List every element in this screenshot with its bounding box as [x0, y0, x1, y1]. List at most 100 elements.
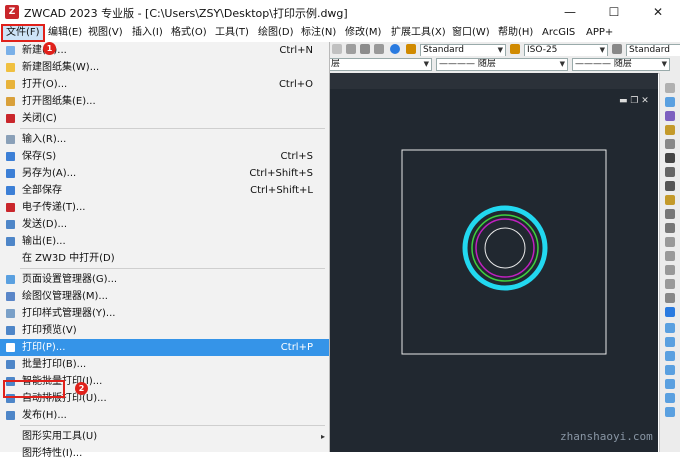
file-menu-item-page-setup-manager[interactable]: 页面设置管理器(G)...: [0, 271, 329, 288]
file-menu-item-close[interactable]: 关闭(C): [0, 110, 329, 127]
rotate-icon[interactable]: [665, 167, 675, 177]
menu-separator: [20, 425, 325, 426]
scale-icon[interactable]: [665, 181, 675, 191]
properties-icon[interactable]: [665, 307, 675, 317]
draworder-hatch-icon[interactable]: [665, 393, 675, 403]
send-icon: [6, 220, 15, 229]
copy-icon[interactable]: [665, 97, 675, 107]
file-menu-item-label: 图形实用工具(U): [22, 431, 98, 442]
toolbar-icon[interactable]: [374, 44, 384, 54]
draworder-dim-icon[interactable]: [665, 407, 675, 417]
file-menu-item-label: 输出(E)...: [22, 236, 66, 247]
etransmit-icon: [6, 203, 15, 212]
toolbar-icon[interactable]: [332, 44, 342, 54]
app-logo-icon: Z: [5, 5, 19, 19]
draworder-above-icon[interactable]: [665, 351, 675, 361]
menu-view[interactable]: 视图(V): [85, 24, 126, 42]
file-menu-item-open[interactable]: 打开(O)... Ctrl+O: [0, 76, 329, 93]
stretch-icon[interactable]: [665, 195, 675, 205]
minimize-button[interactable]: —: [548, 0, 592, 24]
file-menu-item-print[interactable]: 打印(P)... Ctrl+P: [0, 339, 329, 356]
menu-draw[interactable]: 绘图(D): [255, 24, 297, 42]
menu-file[interactable]: 文件(F): [1, 24, 45, 42]
file-menu-item-label: 批量打印(B)...: [22, 359, 87, 370]
file-menu-item-plot-style-manager[interactable]: 打印样式管理器(Y)...: [0, 305, 329, 322]
draworder-text-icon[interactable]: [665, 379, 675, 389]
menu-insert[interactable]: 插入(I): [129, 24, 166, 42]
modify-tool-palette: [659, 73, 680, 452]
extend-icon[interactable]: [665, 223, 675, 233]
file-menu-item-print-preview[interactable]: 打印预览(V): [0, 322, 329, 339]
menu-app-plus[interactable]: APP+: [583, 24, 616, 42]
open-sheet-set-icon: [6, 97, 15, 106]
file-menu-item-shortcut: Ctrl+P: [280, 342, 313, 353]
erase-icon[interactable]: [665, 83, 675, 93]
mirror-icon[interactable]: [665, 111, 675, 121]
menu-format[interactable]: 格式(O): [168, 24, 210, 42]
file-menu-item-save-as[interactable]: 另存为(A)... Ctrl+Shift+S: [0, 165, 329, 182]
move-icon[interactable]: [665, 153, 675, 163]
file-menu-dropdown: 新建(N)...Ctrl+N新建图纸集(W)...打开(O)...Ctrl+O打…: [0, 42, 330, 459]
break-icon[interactable]: [665, 237, 675, 247]
print-preview-icon: [6, 326, 15, 335]
fillet-icon[interactable]: [665, 279, 675, 289]
file-menu-item-batch-print[interactable]: 批量打印(B)...: [0, 356, 329, 373]
open-icon: [6, 80, 15, 89]
file-menu-item-new-sheet-set[interactable]: 新建图纸集(W)...: [0, 59, 329, 76]
menu-dimension[interactable]: 标注(N): [298, 24, 339, 42]
array-icon[interactable]: [665, 139, 675, 149]
file-menu-item-label: 图形特性(I)...: [22, 448, 83, 459]
toolbar-icon[interactable]: [346, 44, 356, 54]
new-sheet-set-icon: [6, 63, 15, 72]
file-menu-item-label: 保存(S): [22, 151, 57, 162]
menu-help[interactable]: 帮助(H): [495, 24, 536, 42]
draworder-under-icon[interactable]: [665, 365, 675, 375]
menu-edit[interactable]: 编辑(E): [45, 24, 85, 42]
file-menu-item-drawing-utilities[interactable]: 图形实用工具(U) ▸: [0, 428, 329, 445]
maximize-button[interactable]: ☐: [592, 0, 636, 24]
file-menu-item-label: 发布(H)...: [22, 410, 67, 421]
trim-icon[interactable]: [665, 209, 675, 219]
file-menu-item-import[interactable]: 输入(R)...: [0, 131, 329, 148]
help-icon[interactable]: [390, 44, 400, 54]
file-menu-item-save-all[interactable]: 全部保存 Ctrl+Shift+L: [0, 182, 329, 199]
text-style-icon: [406, 44, 416, 54]
menu-arcgis[interactable]: ArcGIS: [539, 24, 578, 42]
linetype-select[interactable]: ———— 随层 ▼: [436, 58, 568, 71]
file-menu-item-label: 全部保存: [22, 185, 62, 196]
file-menu-item-send[interactable]: 发送(D)...: [0, 216, 329, 233]
file-menu-item-label: 关闭(C): [22, 113, 57, 124]
file-menu-item-drawing-properties[interactable]: 图形特性(I)...: [0, 445, 329, 462]
print-icon: [6, 343, 15, 352]
close-button[interactable]: ✕: [636, 0, 680, 24]
file-menu-item-label: 绘图仪管理器(M)...: [22, 291, 108, 302]
file-menu-item-plotter-manager[interactable]: 绘图仪管理器(M)...: [0, 288, 329, 305]
draworder-back-icon[interactable]: [665, 337, 675, 347]
file-menu-item-publish[interactable]: 发布(H)...: [0, 407, 329, 424]
file-menu-item-open-in-zw3d[interactable]: 在 ZW3D 中打开(D): [0, 250, 329, 267]
file-menu-item-export[interactable]: 输出(E)...: [0, 233, 329, 250]
explode-icon[interactable]: [665, 293, 675, 303]
lineweight-select[interactable]: ———— 随层 ▼: [572, 58, 670, 71]
menu-window[interactable]: 窗口(W): [449, 24, 493, 42]
draworder-front-icon[interactable]: [665, 323, 675, 333]
chamfer-icon[interactable]: [665, 265, 675, 275]
properties-toolbar: 层 ▼ ———— 随层 ▼ ———— 随层 ▼: [328, 56, 680, 74]
join-icon[interactable]: [665, 251, 675, 261]
inner-circle: [484, 227, 526, 269]
menu-modify[interactable]: 修改(M): [342, 24, 384, 42]
file-menu-item-shortcut: Ctrl+S: [280, 151, 313, 162]
page-setup-manager-icon: [6, 275, 15, 284]
save-icon: [6, 152, 15, 161]
file-menu-item-open-sheet-set[interactable]: 打开图纸集(E)...: [0, 93, 329, 110]
offset-icon[interactable]: [665, 125, 675, 135]
file-menu-item-label: 打印(P)...: [22, 342, 66, 353]
file-menu-item-etransmit[interactable]: 电子传递(T)...: [0, 199, 329, 216]
toolbar-icon[interactable]: [360, 44, 370, 54]
file-menu-item-label: 在 ZW3D 中打开(D): [22, 253, 115, 264]
menu-tools[interactable]: 工具(T): [212, 24, 252, 42]
file-menu-item-save[interactable]: 保存(S) Ctrl+S: [0, 148, 329, 165]
file-menu-item-shortcut: Ctrl+Shift+L: [250, 185, 313, 196]
color-select[interactable]: 层 ▼: [328, 58, 432, 71]
menu-extended-tools[interactable]: 扩展工具(X): [388, 24, 449, 42]
